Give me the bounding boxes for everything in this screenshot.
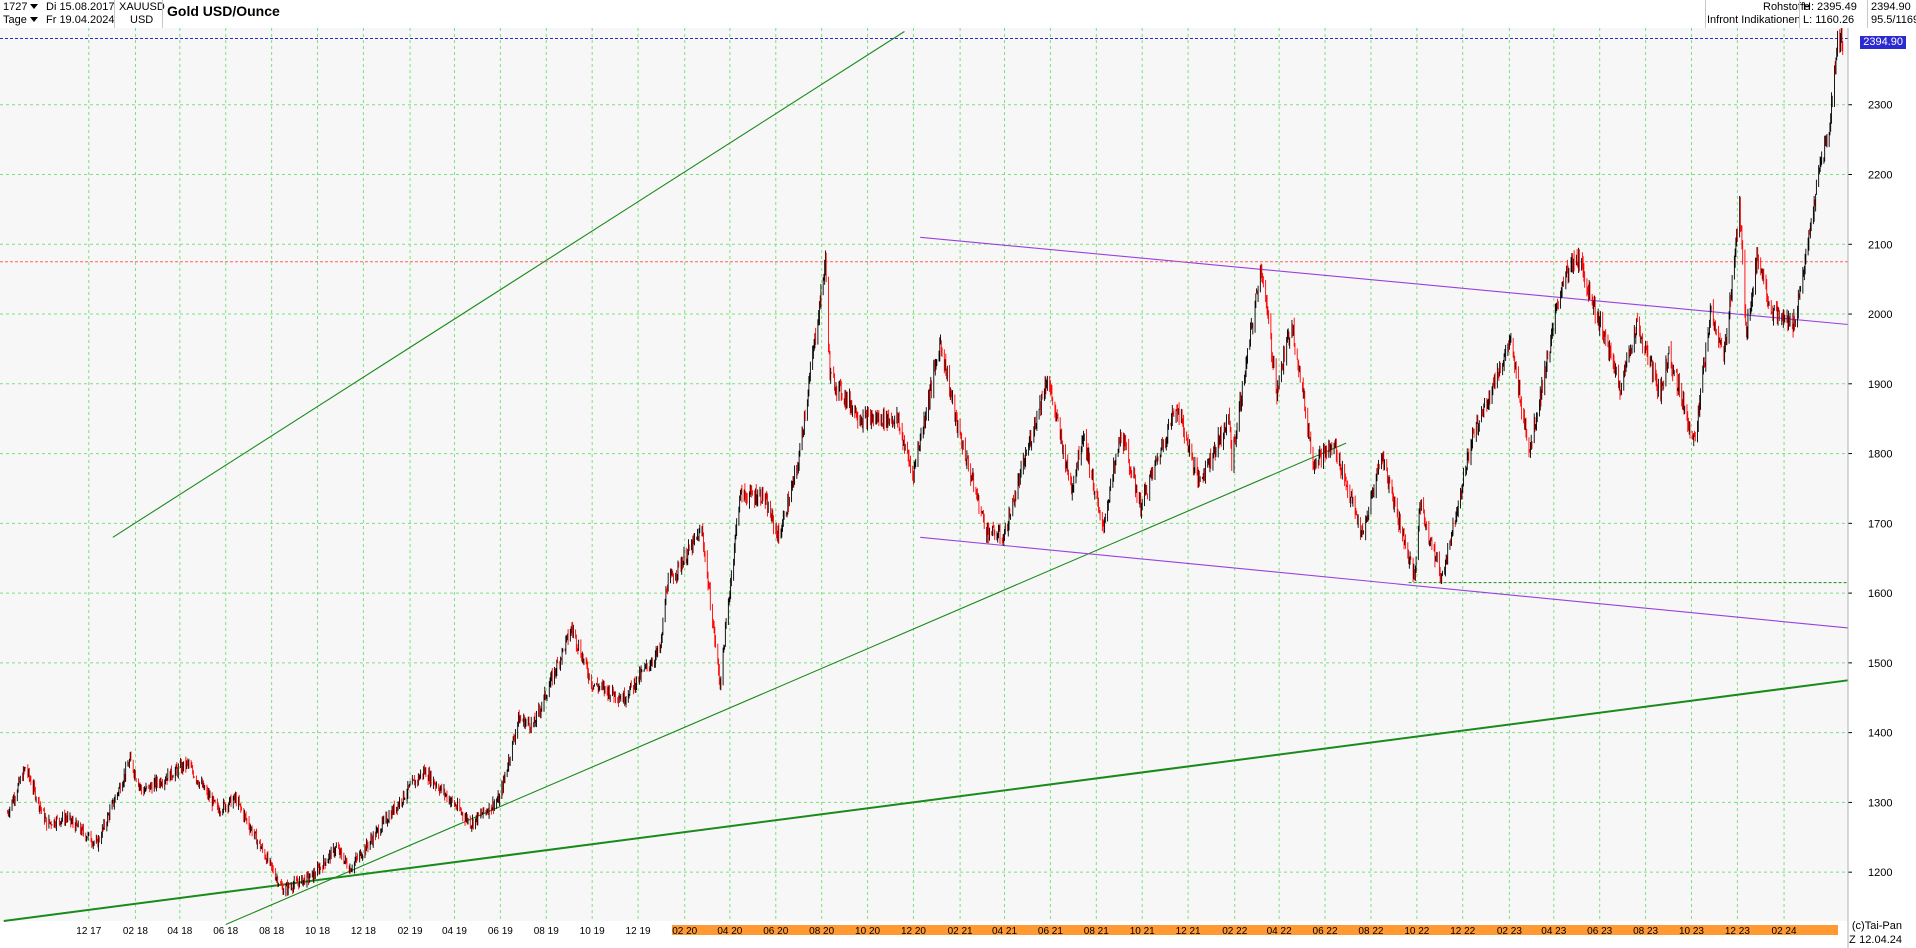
- x-tick-label: 06 21: [1038, 926, 1063, 937]
- x-tick-label: 06 23: [1587, 926, 1612, 937]
- chart-title: Gold USD/Ounce: [167, 3, 280, 19]
- y-tick-label: 1500: [1868, 658, 1892, 670]
- separator: [1799, 0, 1800, 28]
- x-tick-label: 04 22: [1267, 926, 1292, 937]
- separator: [114, 0, 115, 28]
- y-tick-label: 2100: [1868, 239, 1892, 251]
- timeline-bar: [671, 925, 1838, 935]
- low-value: L: 1160.26: [1803, 14, 1855, 26]
- x-tick-label: 10 19: [580, 926, 605, 937]
- symbol: XAUUSD: [119, 1, 165, 13]
- end-date: Fr 19.04.2024: [46, 14, 115, 26]
- y-tick-label: 1200: [1868, 867, 1892, 879]
- y-tick-label: 2000: [1868, 309, 1892, 321]
- y-tick-label: 2300: [1868, 100, 1892, 112]
- x-tick-label: 12 21: [1176, 926, 1201, 937]
- x-tick-label: 12 22: [1450, 926, 1475, 937]
- x-tick-label: 10 22: [1404, 926, 1429, 937]
- high-value: H: 2395.49: [1803, 1, 1857, 13]
- x-tick-label: 06 22: [1313, 926, 1338, 937]
- dropdown-arrow-icon: [29, 17, 38, 23]
- data-source: Infront Indikationen: [1707, 14, 1801, 26]
- x-tick-label: 02 20: [672, 926, 697, 937]
- plot-background: [0, 28, 1848, 921]
- x-tick-label: 12 23: [1725, 926, 1750, 937]
- x-tick-label: 12 17: [76, 926, 101, 937]
- x-tick-label: 08 22: [1358, 926, 1383, 937]
- x-tick-label: 12 18: [351, 926, 376, 937]
- chart-header: 1727 Di 15.08.2017 Tage Fr 19.04.2024 XA…: [0, 0, 1916, 28]
- x-tick-label: 04 18: [167, 926, 192, 937]
- x-tick-label: 08 21: [1084, 926, 1109, 937]
- separator: [162, 0, 163, 28]
- y-tick-label: 1400: [1868, 728, 1892, 740]
- x-tick-label: 06 19: [488, 926, 513, 937]
- last-axis-date: 12.04.24: [1859, 934, 1902, 946]
- last-price-header: 2394.90: [1871, 1, 1911, 13]
- y-tick-label: 1700: [1868, 518, 1892, 530]
- x-tick-label: 08 19: [534, 926, 559, 937]
- zoom-marker: Z: [1849, 934, 1856, 946]
- x-tick-label: 04 21: [992, 926, 1017, 937]
- currency: USD: [130, 14, 154, 26]
- x-tick-label: 02 18: [123, 926, 148, 937]
- x-tick-label: 02 23: [1497, 926, 1522, 937]
- y-tick-label: 2200: [1868, 170, 1892, 182]
- x-tick-label: 08 18: [259, 926, 284, 937]
- ratio: 95.5/1169: [1871, 14, 1916, 26]
- bar-count-selector[interactable]: 1727: [3, 1, 41, 14]
- x-tick-label: 10 18: [305, 926, 330, 937]
- price-chart[interactable]: 1200 1300 1400 1500 1600 1700 1800 1900 2000 2100…: [0, 28, 1916, 948]
- x-tick-label: 04 19: [442, 926, 467, 937]
- y-tick-label: 1600: [1868, 588, 1892, 600]
- x-tick-label: 08 20: [809, 926, 834, 937]
- x-tick-label: 02 21: [948, 926, 973, 937]
- x-tick-label: 04 20: [717, 926, 742, 937]
- x-tick-label: 04 23: [1541, 926, 1566, 937]
- x-tick-label: 10 21: [1130, 926, 1155, 937]
- x-tick-label: 10 23: [1679, 926, 1704, 937]
- y-tick-label: 1800: [1868, 449, 1892, 461]
- x-tick-label: 08 23: [1633, 926, 1658, 937]
- last-price-tag: 2394.90: [1860, 36, 1906, 49]
- y-axis: 1200 1300 1400 1500 1600 1700 1800 1900 2000 2100…: [1848, 100, 1892, 879]
- x-tick-label: 02 22: [1222, 926, 1247, 937]
- x-tick-label: 12 20: [901, 926, 926, 937]
- x-axis: 12 17 02 18 04 18 06 18 08 18 10 18 12 18 02 19…: [76, 925, 1838, 937]
- x-tick-label: 10 20: [855, 926, 880, 937]
- x-tick-label: 12 19: [626, 926, 651, 937]
- period-label: Tage: [3, 14, 27, 26]
- copyright: (c)Tai-Pan: [1851, 920, 1902, 932]
- x-tick-label: 02 19: [398, 926, 423, 937]
- bar-count: 1727: [3, 1, 28, 13]
- y-tick-label: 1900: [1868, 379, 1892, 391]
- x-tick-label: 02 24: [1772, 926, 1797, 937]
- start-date: Di 15.08.2017: [46, 1, 115, 13]
- separator: [1867, 0, 1868, 28]
- y-tick-label: 1300: [1868, 797, 1892, 809]
- x-tick-label: 06 20: [763, 926, 788, 937]
- x-tick-label: 06 18: [213, 926, 238, 937]
- separator: [1705, 0, 1706, 28]
- dropdown-arrow-icon: [30, 4, 39, 10]
- period-selector[interactable]: Tage: [3, 14, 41, 27]
